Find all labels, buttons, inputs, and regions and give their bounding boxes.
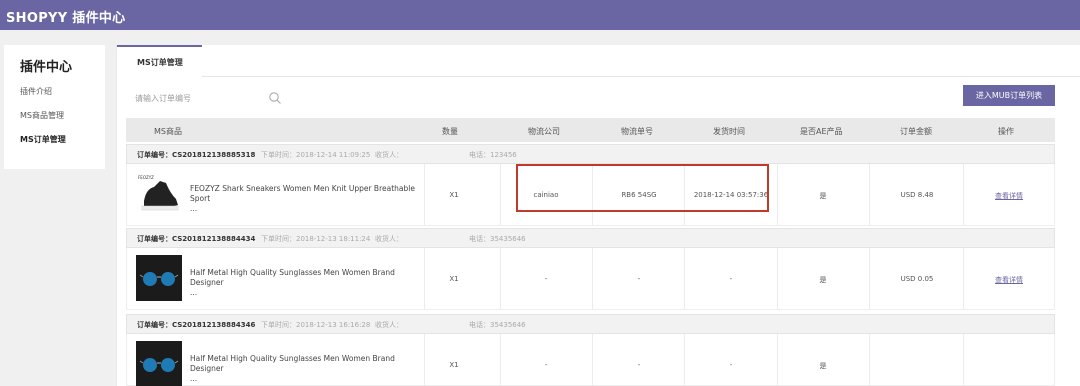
quantity: X1 <box>449 361 459 369</box>
table-row: Half Metal High Quality Sunglasses Men W… <box>126 248 1055 310</box>
tracking-number: - <box>637 361 641 369</box>
tracking-number: - <box>637 275 641 283</box>
product-thumbnail: FEOZYZ <box>136 171 182 217</box>
main-panel: MS订单管理 请输入订单编号 进入MUB订单列表 MS商品 数量 物流公司 物流… <box>116 45 1080 386</box>
mub-order-list-button[interactable]: 进入MUB订单列表 <box>963 85 1055 106</box>
view-details-link[interactable]: 查看详情 <box>979 191 1039 201</box>
product-name[interactable]: Half Metal High Quality Sunglasses Men W… <box>190 354 415 384</box>
col-header-qty: 数量 <box>442 127 458 136</box>
search-input[interactable]: 请输入订单编号 <box>130 88 284 108</box>
tab-divider <box>202 76 1080 77</box>
order-time: 下单时间：2018-12-14 11:09:25 <box>261 151 371 159</box>
col-header-product: MS商品 <box>154 127 182 136</box>
search-placeholder: 请输入订单编号 <box>135 94 191 103</box>
ae-product: 是 <box>819 192 827 200</box>
order-receiver: 收货人： <box>375 321 403 329</box>
order-number: 订单编号：CS201812138884346 <box>137 321 256 329</box>
order-time: 下单时间：2018-12-13 18:11:24 <box>261 235 371 243</box>
sidebar-item-ms-orders[interactable]: MS订单管理 <box>20 134 66 145</box>
app-title: SHOPYY 插件中心 <box>6 11 126 26</box>
product-thumbnail <box>136 341 182 386</box>
tab-label: MS订单管理 <box>137 58 183 67</box>
ship-time: - <box>729 361 733 369</box>
order-number: 订单编号：CS201812138885318 <box>137 151 256 159</box>
product-name[interactable]: Half Metal High Quality Sunglasses Men W… <box>190 268 415 298</box>
order-receiver: 收货人： <box>375 151 403 159</box>
col-header-ship-time: 发货时间 <box>713 127 745 136</box>
carrier: - <box>544 275 548 283</box>
order-header: 订单编号：CS201812138885318 下单时间：2018-12-14 1… <box>126 144 1055 164</box>
search-icon[interactable] <box>268 91 282 105</box>
col-header-tracking: 物流单号 <box>621 127 653 136</box>
sidebar: 插件中心 插件介绍 MS商品管理 MS订单管理 <box>4 45 105 169</box>
order-header: 订单编号：CS201812138884434 下单时间：2018-12-13 1… <box>126 228 1055 248</box>
product-name[interactable]: FEOZYZ Shark Sneakers Women Men Knit Upp… <box>190 184 415 214</box>
order-time: 下单时间：2018-12-13 16:16:28 <box>261 321 371 329</box>
order-header: 订单编号：CS201812138884346 下单时间：2018-12-13 1… <box>126 314 1055 334</box>
table-header: MS商品 数量 物流公司 物流单号 发货时间 是否AE产品 订单金额 操作 <box>126 118 1055 142</box>
order-amount: USD 0.05 <box>900 275 934 283</box>
order-phone: 电话：123456 <box>469 151 517 159</box>
carrier: - <box>544 361 548 369</box>
product-thumbnail <box>136 255 182 301</box>
order-phone: 电话：35435646 <box>469 235 526 243</box>
col-header-carrier: 物流公司 <box>528 127 560 136</box>
order-amount: USD 8.48 <box>900 191 934 199</box>
quantity: X1 <box>449 275 459 283</box>
col-header-action: 操作 <box>998 127 1014 136</box>
tab-ms-orders[interactable]: MS订单管理 <box>117 45 202 77</box>
sidebar-item-ms-products[interactable]: MS商品管理 <box>20 110 64 121</box>
col-header-amount: 订单金额 <box>900 127 932 136</box>
top-bar: SHOPYY 插件中心 <box>0 0 1080 30</box>
sidebar-item-intro[interactable]: 插件介绍 <box>20 86 52 97</box>
order-phone: 电话：35435646 <box>469 321 526 329</box>
svg-text:FEOZYZ: FEOZYZ <box>138 175 154 180</box>
ae-product: 是 <box>819 276 827 284</box>
table-row: Half Metal High Quality Sunglasses Men W… <box>126 334 1055 386</box>
order-number: 订单编号：CS201812138884434 <box>137 235 256 243</box>
ae-product: 是 <box>819 362 827 370</box>
order-receiver: 收货人： <box>375 235 403 243</box>
view-details-link[interactable]: 查看详情 <box>979 275 1039 285</box>
sidebar-title: 插件中心 <box>20 60 73 75</box>
ship-time: - <box>729 275 733 283</box>
col-header-ae: 是否AE产品 <box>800 127 843 136</box>
quantity: X1 <box>449 191 459 199</box>
highlight-box <box>516 164 769 212</box>
